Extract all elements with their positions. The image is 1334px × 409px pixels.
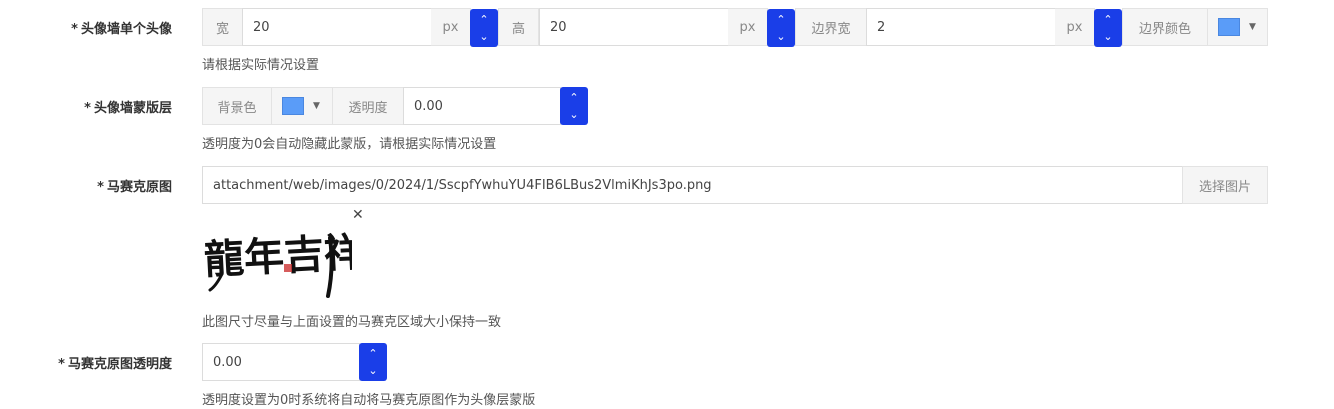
avatar-wall-help: 请根据实际情况设置 bbox=[202, 58, 320, 73]
chevron-down-icon[interactable]: ⌄ bbox=[368, 365, 377, 377]
chevron-up-icon[interactable]: ⌃ bbox=[1103, 14, 1112, 26]
chevron-up-icon[interactable]: ⌃ bbox=[569, 92, 578, 104]
mosaic-image-path-input[interactable]: attachment/web/images/0/2024/1/SscpfYwhu… bbox=[202, 166, 1183, 204]
avatar-wall-label: * 头像墙单个头像 bbox=[71, 22, 172, 37]
required-mark: * bbox=[84, 101, 91, 116]
mask-opacity-input[interactable]: 0.00 bbox=[403, 87, 561, 125]
height-stepper[interactable]: ⌃ ⌄ bbox=[767, 9, 795, 47]
close-icon[interactable]: ✕ bbox=[352, 207, 364, 223]
border-color-swatch bbox=[1218, 18, 1240, 36]
chevron-up-icon[interactable]: ⌃ bbox=[479, 14, 488, 26]
border-color-addon: 边界颜色 bbox=[1122, 8, 1208, 46]
chevron-down-icon[interactable]: ⌄ bbox=[1103, 31, 1112, 43]
width-unit: px bbox=[431, 8, 471, 46]
bg-color-addon: 背景色 bbox=[202, 87, 272, 125]
mosaic-opacity-help: 透明度设置为0时系统将自动将马赛克原图作为头像层蒙版 bbox=[202, 393, 536, 408]
chevron-down-icon[interactable]: ⌄ bbox=[776, 31, 785, 43]
chevron-down-icon[interactable]: ⌄ bbox=[569, 109, 578, 121]
chevron-down-icon[interactable]: ⌄ bbox=[479, 31, 488, 43]
width-addon: 宽 bbox=[202, 8, 243, 46]
bg-color-swatch bbox=[282, 97, 304, 115]
calligraphy-image: 龍年吉祥 bbox=[203, 228, 365, 298]
caret-down-icon: ▼ bbox=[313, 101, 320, 111]
required-mark: * bbox=[97, 180, 104, 195]
mosaic-image-label: * 马赛克原图 bbox=[97, 180, 172, 195]
mosaic-opacity-label: * 马赛克原图透明度 bbox=[58, 357, 172, 372]
chevron-up-icon[interactable]: ⌃ bbox=[368, 348, 377, 360]
mosaic-image-preview: 龍年吉祥 bbox=[202, 208, 365, 304]
mask-opacity-stepper[interactable]: ⌃ ⌄ bbox=[560, 87, 588, 125]
mask-layer-help: 透明度为0会自动隐藏此蒙版，请根据实际情况设置 bbox=[202, 137, 497, 152]
border-width-addon: 边界宽 bbox=[795, 8, 867, 46]
border-width-unit: px bbox=[1055, 8, 1095, 46]
mosaic-image-help: 此图尺寸尽量与上面设置的马赛克区域大小保持一致 bbox=[202, 315, 502, 330]
width-input[interactable]: 20 bbox=[242, 8, 432, 46]
height-addon: 高 bbox=[498, 8, 539, 46]
height-unit: px bbox=[728, 8, 768, 46]
opacity-addon: 透明度 bbox=[332, 87, 404, 125]
chevron-up-icon[interactable]: ⌃ bbox=[776, 14, 785, 26]
select-image-button[interactable]: 选择图片 bbox=[1182, 166, 1268, 204]
mosaic-opacity-input[interactable]: 0.00 bbox=[202, 343, 360, 381]
required-mark: * bbox=[71, 22, 78, 37]
height-input[interactable]: 20 bbox=[539, 8, 729, 46]
mosaic-opacity-stepper[interactable]: ⌃ ⌄ bbox=[359, 343, 387, 381]
bg-color-picker[interactable]: ▼ bbox=[271, 87, 333, 125]
required-mark: * bbox=[58, 357, 65, 372]
border-width-input[interactable]: 2 bbox=[866, 8, 1056, 46]
mask-layer-label: * 头像墙蒙版层 bbox=[84, 101, 172, 116]
caret-down-icon: ▼ bbox=[1249, 22, 1256, 32]
seal-stamp bbox=[284, 264, 292, 272]
width-stepper[interactable]: ⌃ ⌄ bbox=[470, 9, 498, 47]
border-width-stepper[interactable]: ⌃ ⌄ bbox=[1094, 9, 1122, 47]
border-color-picker[interactable]: ▼ bbox=[1207, 8, 1268, 46]
